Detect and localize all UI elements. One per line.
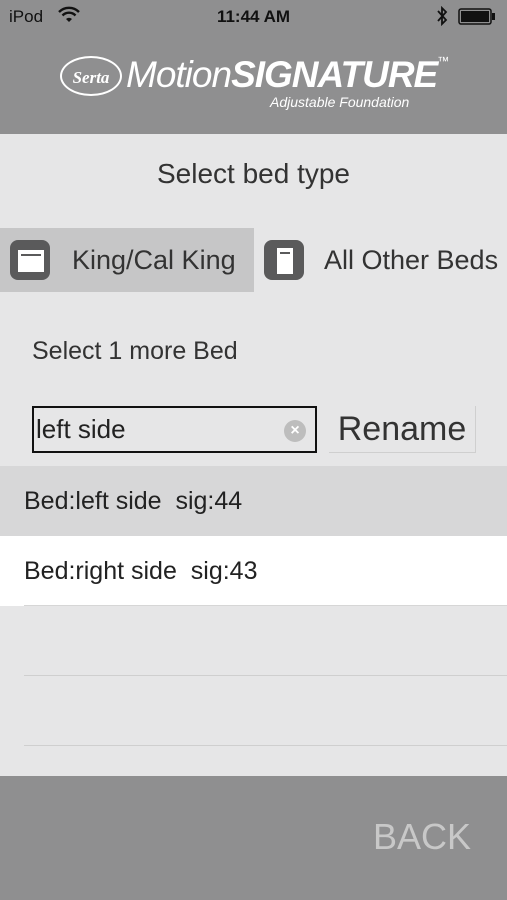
battery-icon [458,8,495,25]
clock: 11:44 AM [216,7,291,26]
status-bar: iPod 11:44 AM [0,0,507,34]
page-title: Select bed type [156,158,351,189]
king-bed-icon [10,240,50,280]
single-bed-icon [264,240,304,280]
serta-logo: Serta [60,56,122,96]
footer-bar: BACK [0,776,507,900]
bed-type-label: King/Cal King [72,244,236,275]
empty-row [0,676,507,746]
back-button[interactable]: BACK [373,816,471,858]
bed-list: Bed:left side sig:44 Bed:right side sig:… [0,466,507,746]
brand-logo: Serta MotionSIGNATURE™ Adjustable Founda… [60,52,450,114]
product-name: MotionSIGNATURE™ [126,54,449,96]
clear-icon[interactable]: × [284,420,306,442]
app-header: iPod 11:44 AM Serta MotionSIGNATURE™ Adj… [0,0,507,134]
empty-row [0,606,507,676]
product-name-signature: SIGNATURE [231,54,438,95]
instruction-text: Select 1 more Bed [32,337,238,365]
product-tagline: Adjustable Foundation [270,94,410,110]
rename-button[interactable]: Rename [329,406,476,453]
bed-list-item[interactable]: Bed:right side sig:43 [0,536,507,606]
bed-name-input[interactable] [36,408,276,451]
product-name-motion: Motion [126,54,232,95]
trademark-mark: ™ [437,54,449,68]
bed-type-other[interactable]: All Other Beds [254,228,507,292]
bed-list-item[interactable]: Bed:left side sig:44 [0,466,507,536]
bed-type-label: All Other Beds [324,244,499,275]
bed-name-field[interactable]: × [32,406,317,453]
bluetooth-icon [437,6,448,26]
bed-type-king[interactable]: King/Cal King [0,228,254,292]
